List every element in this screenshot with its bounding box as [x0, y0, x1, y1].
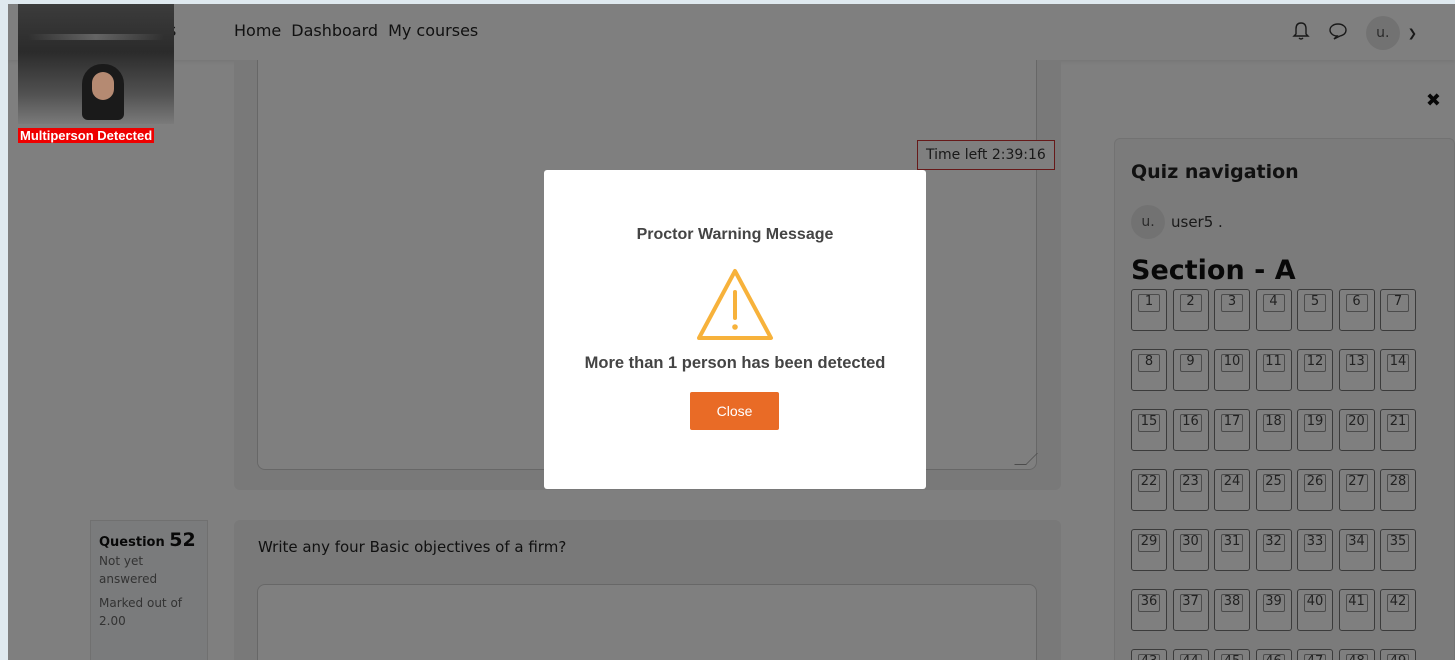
person-face	[92, 72, 114, 100]
webcam-status-label: Multiperson Detected	[18, 128, 155, 143]
modal-title: Proctor Warning Message	[636, 226, 834, 243]
proctor-warning-modal: Proctor Warning Message More than 1 pers…	[544, 170, 926, 489]
webcam-preview	[18, 4, 174, 124]
app-frame: nts Home Dashboard My courses u. ❯ Time …	[8, 4, 1455, 660]
close-button[interactable]: Close	[690, 392, 779, 430]
modal-message: More than 1 person has been detected	[584, 354, 886, 372]
warning-triangle-icon	[697, 269, 773, 340]
